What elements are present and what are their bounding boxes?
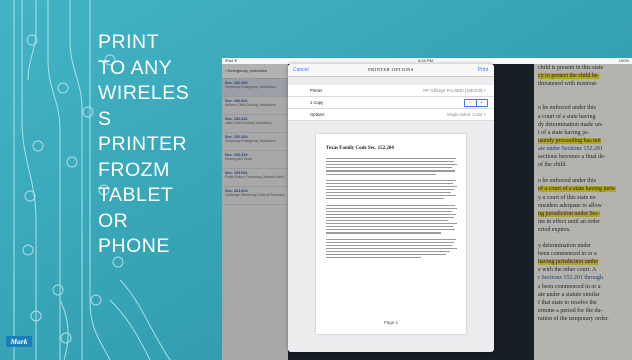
title-line: FROZM (98, 158, 170, 181)
status-left: iPad ✈ (225, 58, 238, 63)
preview-text-line (326, 170, 455, 172)
title-line: TO ANY (98, 56, 173, 79)
title-line: WIRELES (98, 82, 190, 104)
title-line: OR (98, 209, 129, 232)
logo: Mark (6, 336, 32, 347)
ipad-screenshot: iPad ✈ 3:24 PM 100% ‹ Emergency, protect… (222, 58, 632, 360)
copies-row: 1 Copy − + (288, 97, 494, 109)
preview-text-line (326, 220, 448, 222)
title-line: PHONE (98, 235, 170, 257)
preview-text-line (326, 238, 456, 240)
print-dialog: Cancel PRINTER OPTIONS Print Printer HP … (288, 64, 494, 352)
preview-text-line (326, 229, 455, 231)
title-line: PRINT (98, 31, 159, 53)
preview-text-line (326, 216, 454, 219)
increment-button[interactable]: + (477, 100, 488, 106)
preview-text-line (326, 244, 452, 246)
options-value: Single-sided, Color > (447, 112, 486, 117)
copies-stepper[interactable]: − + (464, 99, 488, 107)
preview-text-line (326, 254, 446, 256)
preview-text-line (326, 213, 456, 215)
print-preview-page[interactable]: Texas Family Code Sec. 152.204 Page 1 (316, 134, 466, 334)
printer-value: HP Officejet Pro 8630 [18E4C8] > (423, 88, 486, 93)
preview-text-line (326, 247, 457, 250)
preview-text-line (326, 195, 456, 197)
title-line: PRINTER (98, 133, 188, 155)
preview-text-line (326, 257, 421, 259)
preview-text-line (326, 192, 451, 194)
printer-row[interactable]: Printer HP Officejet Pro 8630 [18E4C8] > (288, 85, 494, 97)
battery-indicator: 100% (618, 58, 629, 63)
preview-text-line (326, 185, 457, 188)
preview-text-line (326, 210, 452, 212)
preview-text-line (326, 226, 453, 228)
page-label: Page 1 (384, 320, 398, 325)
printer-label: Printer (310, 88, 323, 93)
preview-title: Texas Family Code Sec. 152.204 (326, 146, 394, 151)
preview-text-line (326, 173, 436, 175)
preview-text-line (326, 207, 457, 209)
preview-text-line (326, 179, 456, 181)
copies-label: 1 Copy (310, 100, 324, 105)
preview-text-line (326, 161, 454, 163)
slide-title: PRINT TO ANY WIRELES S PRINTER FROZM TAB… (98, 30, 208, 260)
preview-text-line (326, 251, 450, 253)
preview-text-line (326, 182, 453, 184)
preview-text-line (326, 241, 454, 243)
decrement-button[interactable]: − (465, 100, 477, 106)
options-label: Options (310, 112, 325, 117)
preview-text-line (326, 158, 456, 160)
preview-text-line (326, 167, 452, 169)
title-line: S (98, 107, 112, 130)
preview-text-line (326, 198, 444, 200)
status-time: 3:24 PM (418, 58, 433, 63)
print-button[interactable]: Print (478, 64, 488, 76)
options-row[interactable]: Options Single-sided, Color > (288, 109, 494, 121)
preview-text-line (326, 232, 441, 234)
preview-text-line (326, 223, 457, 225)
title-line: TABLET (98, 184, 174, 206)
preview-text-line (326, 164, 457, 166)
preview-text-line (326, 189, 454, 191)
preview-text-line (326, 204, 455, 206)
dialog-nav-bar: Cancel PRINTER OPTIONS Print (288, 64, 494, 77)
dialog-title: PRINTER OPTIONS (368, 67, 414, 72)
